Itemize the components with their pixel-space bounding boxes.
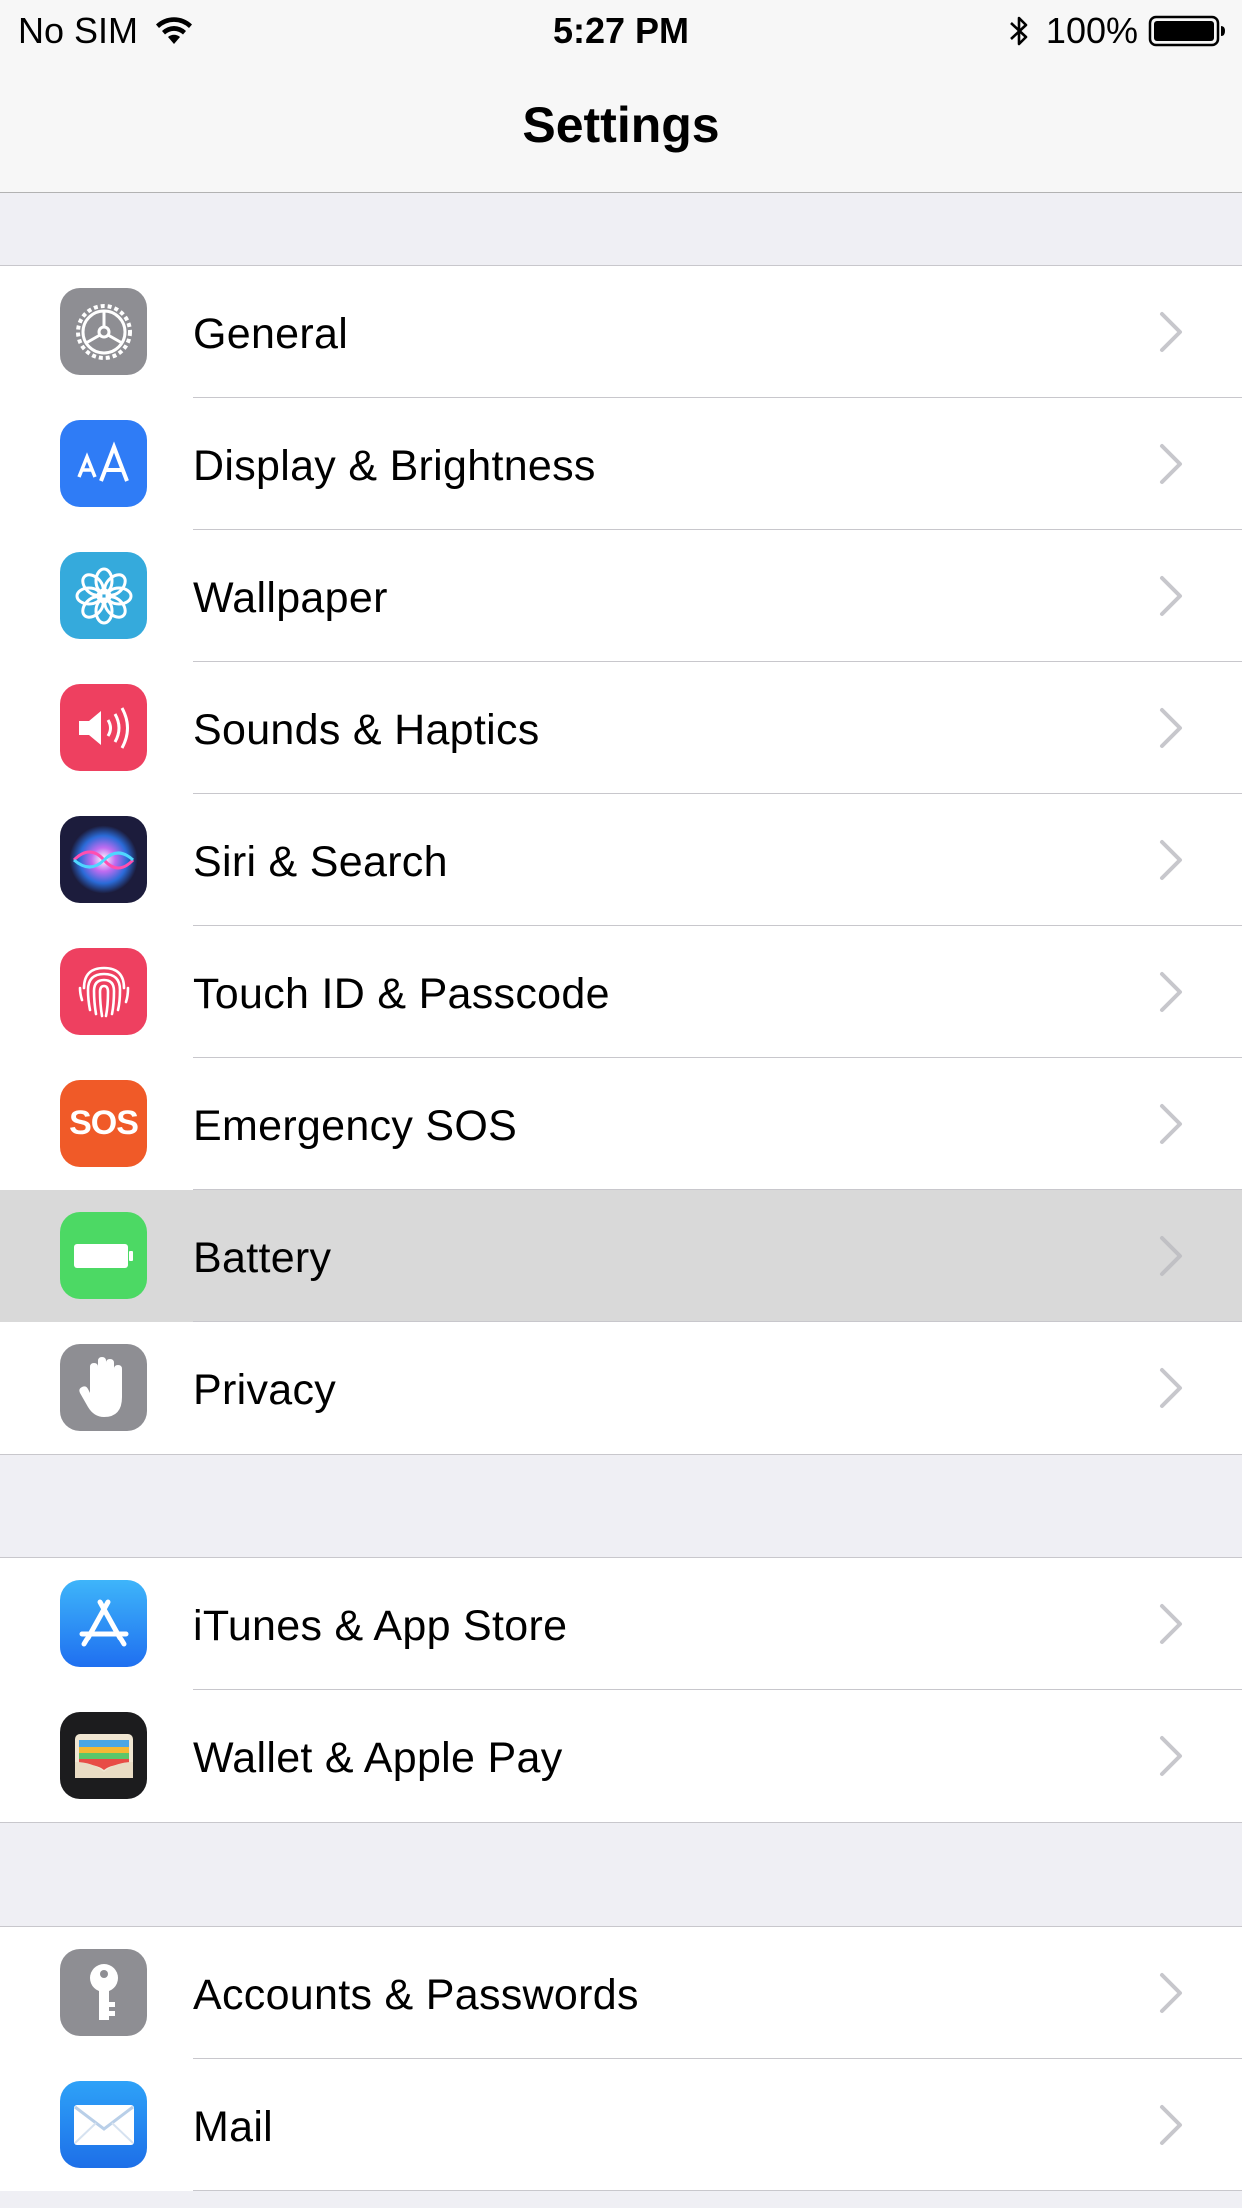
settings-group-1: General Display & Brightness Wallpaper S…	[0, 265, 1242, 1455]
app-store-icon	[60, 1580, 147, 1667]
chevron-right-icon	[1160, 1368, 1182, 1408]
chevron-right-icon	[1160, 708, 1182, 748]
settings-row-wallet-apple-pay[interactable]: Wallet & Apple Pay	[0, 1690, 1242, 1822]
settings-row-label: General	[193, 310, 349, 358]
settings-row-battery[interactable]: Battery	[0, 1190, 1242, 1322]
chevron-right-icon	[1160, 1604, 1182, 1644]
battery-level-icon	[1148, 15, 1225, 47]
chevron-right-icon	[1160, 2105, 1182, 2145]
settings-row-privacy[interactable]: Privacy	[0, 1322, 1242, 1454]
settings-row-display-brightness[interactable]: Display & Brightness	[0, 398, 1242, 530]
status-bar: No SIM 5:27 PM 100%	[0, 0, 1242, 62]
chevron-right-icon	[1160, 1236, 1182, 1276]
row-separator	[193, 2190, 1242, 2191]
chevron-right-icon	[1160, 840, 1182, 880]
fingerprint-icon	[60, 948, 147, 1035]
hand-icon	[60, 1344, 147, 1431]
settings-row-emergency-sos[interactable]: SOS Emergency SOS	[0, 1058, 1242, 1190]
chevron-right-icon	[1160, 1973, 1182, 2013]
battery-percent: 100%	[1045, 10, 1138, 51]
settings-row-sounds-haptics[interactable]: Sounds & Haptics	[0, 662, 1242, 794]
flower-icon	[60, 552, 147, 639]
settings-row-mail[interactable]: Mail	[0, 2059, 1242, 2191]
chevron-right-icon	[1160, 972, 1182, 1012]
settings-row-accounts-passwords[interactable]: Accounts & Passwords	[0, 1927, 1242, 2059]
settings-row-touch-id-passcode[interactable]: Touch ID & Passcode	[0, 926, 1242, 1058]
settings-group-3: Accounts & Passwords Mail	[0, 1926, 1242, 2191]
sos-icon: SOS	[60, 1080, 147, 1167]
settings-row-label: Mail	[193, 2103, 274, 2151]
settings-row-label: Emergency SOS	[193, 1102, 518, 1150]
navigation-bar: Settings	[0, 62, 1242, 193]
settings-row-wallpaper[interactable]: Wallpaper	[0, 530, 1242, 662]
wallet-icon	[60, 1712, 147, 1799]
battery-icon	[60, 1212, 147, 1299]
chevron-right-icon	[1160, 576, 1182, 616]
settings-row-label: Wallet & Apple Pay	[193, 1734, 563, 1782]
settings-row-general[interactable]: General	[0, 266, 1242, 398]
siri-icon	[60, 816, 147, 903]
settings-row-siri-search[interactable]: Siri & Search	[0, 794, 1242, 926]
bluetooth-icon	[1010, 16, 1028, 46]
speaker-icon	[60, 684, 147, 771]
chevron-right-icon	[1160, 1104, 1182, 1144]
status-right: 100%	[1008, 10, 1228, 52]
sos-icon-text: SOS	[69, 1104, 139, 1142]
settings-row-label: Sounds & Haptics	[193, 706, 540, 754]
settings-group-2: iTunes & App Store Wallet & Apple Pay	[0, 1557, 1242, 1823]
key-icon	[60, 1949, 147, 2036]
page-title: Settings	[522, 97, 720, 153]
mail-icon	[60, 2081, 147, 2168]
settings-row-label: iTunes & App Store	[193, 1602, 568, 1650]
settings-row-label: Wallpaper	[193, 574, 388, 622]
settings-row-label: Siri & Search	[193, 838, 448, 886]
chevron-right-icon	[1160, 444, 1182, 484]
settings-row-label: Display & Brightness	[193, 442, 596, 490]
chevron-right-icon	[1160, 1736, 1182, 1776]
gear-icon	[60, 288, 147, 375]
settings-row-label: Privacy	[193, 1366, 337, 1414]
settings-row-label: Accounts & Passwords	[193, 1971, 639, 2019]
settings-row-itunes-app-store[interactable]: iTunes & App Store	[0, 1558, 1242, 1690]
settings-row-label: Touch ID & Passcode	[193, 970, 610, 1018]
chevron-right-icon	[1160, 312, 1182, 352]
text-size-icon	[60, 420, 147, 507]
settings-row-label: Battery	[193, 1234, 332, 1282]
